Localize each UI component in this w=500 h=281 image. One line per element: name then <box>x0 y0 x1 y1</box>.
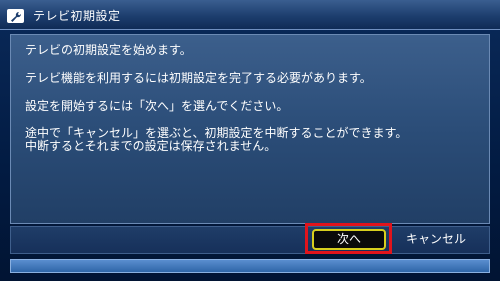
title-bar: テレビ初期設定 <box>0 0 500 30</box>
window-title: テレビ初期設定 <box>33 9 121 23</box>
footer-bar <box>10 259 490 273</box>
wrench-icon <box>7 9 24 23</box>
message-line: テレビ機能を利用するには初期設定を完了する必要があります。 <box>25 71 372 85</box>
message-line: 設定を開始するには「次へ」を選んでください。 <box>25 99 289 113</box>
cancel-button[interactable]: キャンセル <box>399 229 473 250</box>
tv-setup-screen: テレビ初期設定 テレビの初期設定を始めます。 テレビ機能を利用するには初期設定を… <box>0 0 500 281</box>
message-panel: テレビの初期設定を始めます。 テレビ機能を利用するには初期設定を完了する必要があ… <box>10 34 490 224</box>
message-line: 中断するとそれまでの設定は保存されません。 <box>25 139 277 153</box>
message-line: テレビの初期設定を始めます。 <box>25 43 192 57</box>
next-button[interactable]: 次へ <box>312 229 386 250</box>
message-line: 途中で「キャンセル」を選ぶと、初期設定を中断することができます。 <box>25 126 408 140</box>
